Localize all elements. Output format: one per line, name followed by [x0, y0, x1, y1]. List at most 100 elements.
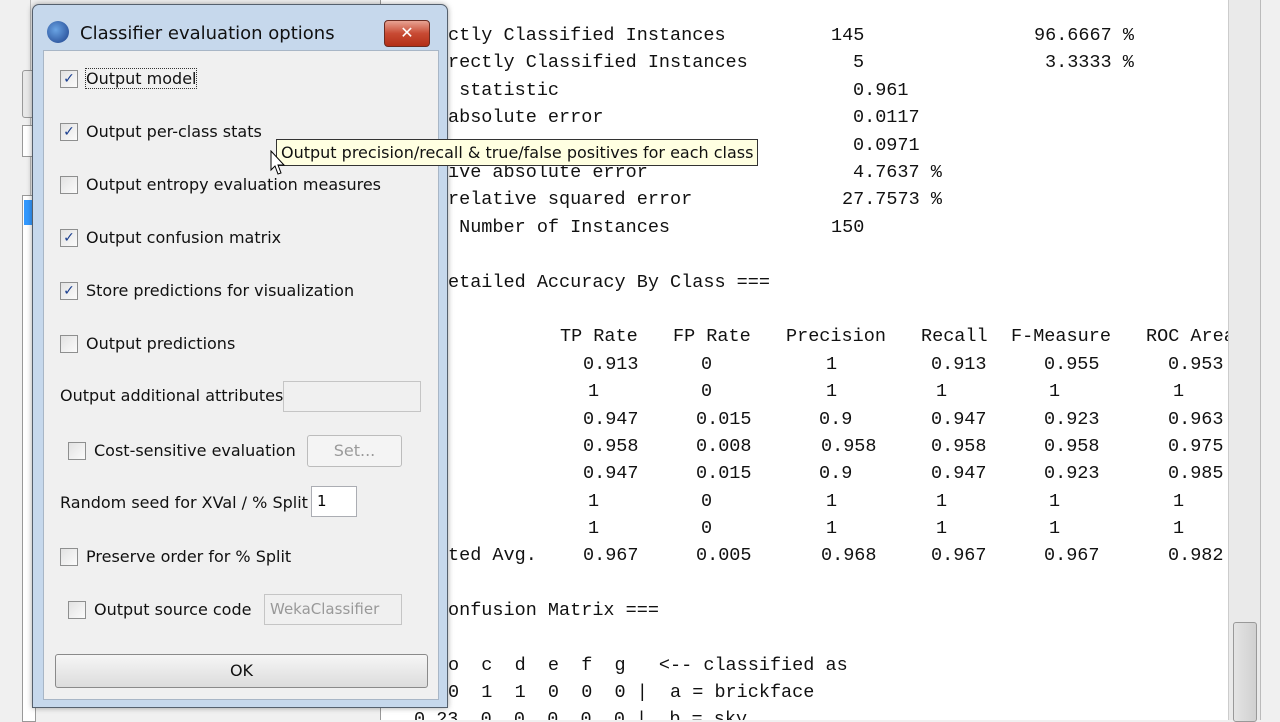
- output-per-class-stats-checkbox[interactable]: ✓ Output per-class stats: [60, 122, 262, 141]
- checkbox-icon: [60, 175, 78, 194]
- summary-value: 150: [831, 217, 865, 238]
- title-bar[interactable]: Classifier evaluation options ✕: [33, 5, 447, 47]
- accuracy-cell: 0.923: [1044, 463, 1100, 485]
- accuracy-cell: 1: [588, 381, 600, 403]
- accuracy-cell: 1: [588, 517, 600, 539]
- checkbox-icon: [68, 441, 86, 460]
- summary-value: 5: [853, 52, 865, 73]
- summary-label: relative squared error: [448, 189, 693, 210]
- accuracy-row-label: ted Avg.: [448, 545, 537, 567]
- checkbox-label: Output model: [84, 68, 198, 89]
- output-confusion-matrix-checkbox[interactable]: ✓ Output confusion matrix: [60, 228, 281, 247]
- additional-attributes-label: Output additional attributes: [60, 386, 284, 405]
- random-seed-label: Random seed for XVal / % Split: [60, 493, 308, 512]
- output-source-code-checkbox[interactable]: Output source code: [68, 600, 251, 619]
- accuracy-cell: 0: [701, 381, 713, 403]
- accuracy-cell: 0: [701, 354, 713, 375]
- accuracy-cell: 0.982: [1168, 545, 1224, 567]
- store-predictions-checkbox[interactable]: ✓ Store predictions for visualization: [60, 281, 354, 300]
- accuracy-cell: 0.958: [583, 435, 639, 457]
- checkbox-label: Cost-sensitive evaluation: [94, 441, 296, 460]
- explorer-left-panel: [0, 0, 36, 722]
- confusion-section-title: onfusion Matrix ===: [448, 600, 659, 621]
- ok-button[interactable]: OK: [55, 654, 428, 688]
- accuracy-column-header: Precision: [786, 326, 886, 347]
- output-model-checkbox[interactable]: ✓ Output model: [60, 68, 198, 89]
- accuracy-cell: 0.953: [1168, 354, 1224, 375]
- accuracy-cell: 0.947: [583, 408, 639, 430]
- accuracy-cell: 0.963: [1168, 408, 1224, 430]
- accuracy-cell: 0.967: [583, 545, 639, 567]
- accuracy-cell: 0.015: [696, 408, 752, 430]
- checkbox-icon: ✓: [60, 122, 78, 141]
- checkbox-label: Store predictions for visualization: [86, 281, 355, 300]
- mouse-cursor-icon: [270, 150, 286, 175]
- tooltip: Output precision/recall & true/false pos…: [276, 139, 759, 166]
- checkbox-label: Output confusion matrix: [86, 228, 282, 247]
- checkbox-label: Preserve order for % Split: [86, 547, 292, 566]
- classifier-output-pane[interactable]: ctly Classified Instances 145 96.6667 % rec…: [380, 0, 1229, 720]
- accuracy-cell: 1: [936, 517, 948, 539]
- accuracy-cell: 1: [1049, 490, 1061, 512]
- accuracy-cell: 1: [826, 517, 838, 539]
- set-cost-matrix-button[interactable]: Set...: [307, 435, 402, 467]
- summary-label: Number of Instances: [448, 217, 671, 238]
- checkbox-icon: [68, 600, 86, 619]
- accuracy-cell: 0.967: [1044, 545, 1100, 567]
- confusion-header: o c d e f g <-- classified as: [448, 655, 848, 676]
- classifier-evaluation-options-dialog: Classifier evaluation options ✕ ✓ Output …: [32, 4, 448, 708]
- summary-value: 0.961: [853, 80, 909, 101]
- accuracy-cell: 0.958: [1044, 435, 1100, 457]
- summary-value: 0.0117: [853, 107, 920, 128]
- output-predictions-checkbox[interactable]: Output predictions: [60, 334, 235, 353]
- accuracy-section-title: etailed Accuracy By Class ===: [448, 272, 770, 293]
- accuracy-cell: 0.967: [931, 545, 987, 567]
- accuracy-cell: 0.008: [696, 435, 752, 457]
- accuracy-cell: 0.913: [583, 354, 639, 375]
- accuracy-cell: 1: [826, 354, 838, 375]
- accuracy-cell: 1: [1173, 517, 1185, 539]
- accuracy-column-header: F-Measure: [1011, 326, 1111, 347]
- close-button[interactable]: ✕: [384, 20, 430, 47]
- accuracy-cell: 0.947: [583, 463, 639, 485]
- accuracy-cell: 1: [1173, 381, 1185, 403]
- output-entropy-checkbox[interactable]: Output entropy evaluation measures: [60, 175, 381, 194]
- source-code-classname-input[interactable]: WekaClassifier: [264, 594, 402, 625]
- accuracy-cell: 1: [1049, 517, 1061, 539]
- accuracy-cell: 0.955: [1044, 354, 1100, 375]
- checkbox-icon: ✓: [60, 281, 78, 300]
- summary-label: absolute error: [448, 107, 604, 128]
- accuracy-cell: 0.947: [931, 408, 987, 430]
- summary-value: 0.0971: [853, 135, 920, 156]
- checkbox-label: Output per-class stats: [86, 122, 262, 141]
- checkbox-icon: ✓: [60, 69, 78, 88]
- accuracy-cell: 1: [1173, 490, 1185, 512]
- summary-value: 27.7573 %: [842, 189, 942, 210]
- dialog-title: Classifier evaluation options: [80, 23, 335, 44]
- summary-label: rectly Classified Instances: [448, 52, 748, 73]
- accuracy-cell: 0: [701, 490, 713, 512]
- checkbox-icon: [60, 547, 78, 566]
- summary-label: ive absolute error: [448, 162, 648, 183]
- accuracy-cell: 0.923: [1044, 408, 1100, 430]
- accuracy-cell: 0.968: [821, 545, 877, 567]
- preserve-order-checkbox[interactable]: Preserve order for % Split: [60, 547, 291, 566]
- random-seed-input[interactable]: 1: [311, 486, 357, 517]
- window-edge: [1260, 0, 1280, 720]
- checkbox-label: Output predictions: [86, 334, 236, 353]
- accuracy-cell: 0: [701, 517, 713, 539]
- confusion-row: 0 1 1 0 0 0 | a = brickface: [448, 682, 815, 703]
- accuracy-cell: 1: [936, 381, 948, 403]
- summary-label: statistic: [448, 80, 560, 101]
- scrollbar-thumb[interactable]: [1233, 622, 1257, 722]
- checkbox-icon: ✓: [60, 228, 78, 247]
- accuracy-column-header: FP Rate: [673, 326, 751, 347]
- vertical-scrollbar[interactable]: [1228, 0, 1261, 720]
- accuracy-cell: 1: [936, 490, 948, 512]
- cost-sensitive-checkbox[interactable]: Cost-sensitive evaluation: [68, 441, 296, 460]
- summary-value: 145: [831, 25, 865, 46]
- additional-attributes-input[interactable]: [283, 381, 421, 412]
- accuracy-cell: 0.985: [1168, 463, 1224, 485]
- accuracy-cell: 1: [826, 381, 838, 403]
- summary-percent: 3.3333 %: [1045, 52, 1134, 73]
